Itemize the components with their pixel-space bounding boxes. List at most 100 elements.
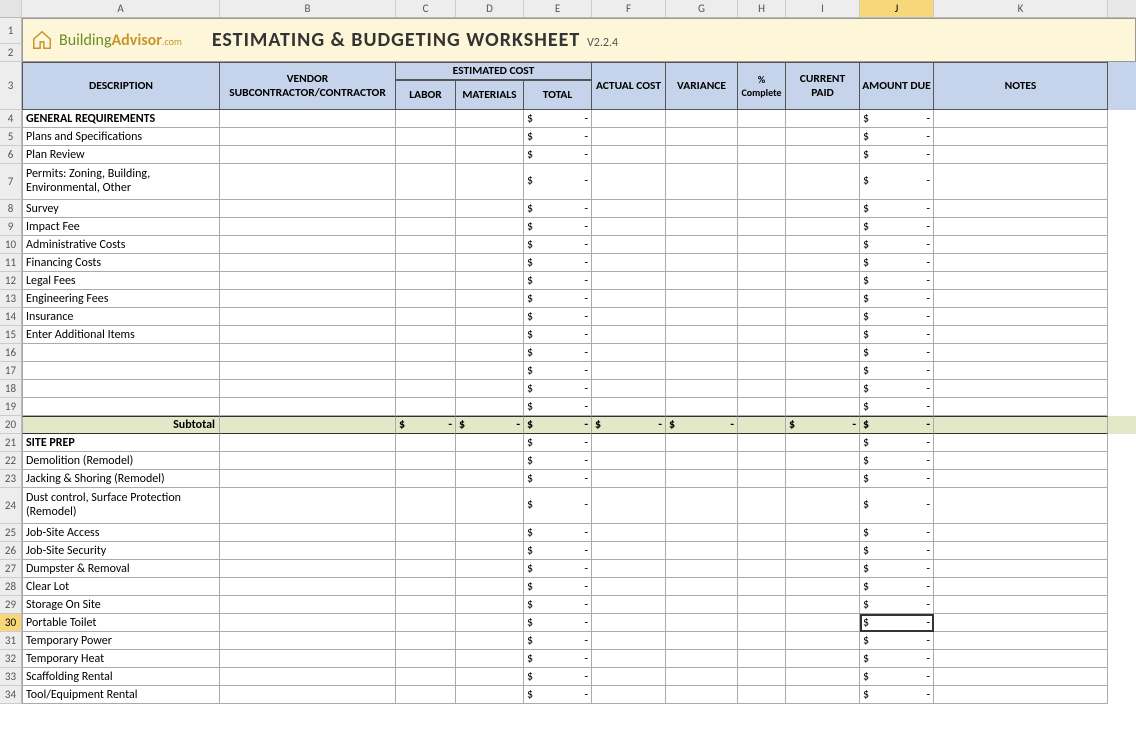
cell[interactable] xyxy=(396,614,456,632)
cell[interactable] xyxy=(220,632,396,650)
cell[interactable] xyxy=(934,362,1108,380)
cell[interactable] xyxy=(396,218,456,236)
cell[interactable] xyxy=(220,614,396,632)
description-cell[interactable]: Storage On Site xyxy=(22,596,220,614)
cell[interactable] xyxy=(934,236,1108,254)
cell[interactable] xyxy=(220,272,396,290)
cell[interactable] xyxy=(786,542,860,560)
cell[interactable] xyxy=(396,308,456,326)
cell[interactable] xyxy=(786,596,860,614)
cell[interactable] xyxy=(786,308,860,326)
row-header[interactable]: 17 xyxy=(0,362,22,380)
hdr-current-paid[interactable]: CURRENT PAID xyxy=(786,62,860,110)
row-header[interactable]: 32 xyxy=(0,650,22,668)
money-cell[interactable]: $- xyxy=(524,326,592,344)
description-cell[interactable]: Job-Site Access xyxy=(22,524,220,542)
cell[interactable] xyxy=(786,200,860,218)
cell[interactable] xyxy=(396,164,456,200)
cell[interactable] xyxy=(456,650,524,668)
cell[interactable] xyxy=(592,686,666,704)
cell[interactable] xyxy=(592,326,666,344)
cell[interactable] xyxy=(396,290,456,308)
money-cell[interactable]: $- xyxy=(396,416,456,434)
cell[interactable] xyxy=(738,164,786,200)
money-cell[interactable]: $- xyxy=(860,164,934,200)
row-header[interactable]: 11 xyxy=(0,254,22,272)
cell[interactable] xyxy=(934,308,1108,326)
cell[interactable] xyxy=(220,434,396,452)
cell[interactable] xyxy=(456,560,524,578)
cell[interactable] xyxy=(396,146,456,164)
money-cell[interactable]: $- xyxy=(860,470,934,488)
cell[interactable] xyxy=(396,542,456,560)
cell[interactable] xyxy=(396,560,456,578)
cell[interactable] xyxy=(592,470,666,488)
cell[interactable] xyxy=(456,632,524,650)
cell[interactable] xyxy=(220,344,396,362)
cell[interactable] xyxy=(592,542,666,560)
cell[interactable] xyxy=(738,272,786,290)
cell[interactable] xyxy=(666,578,738,596)
cell[interactable] xyxy=(738,110,786,128)
cell[interactable] xyxy=(934,470,1108,488)
money-cell[interactable]: $- xyxy=(524,416,592,434)
cell[interactable] xyxy=(934,434,1108,452)
money-cell[interactable]: $- xyxy=(860,488,934,524)
cell[interactable] xyxy=(738,344,786,362)
money-cell[interactable]: $- xyxy=(524,650,592,668)
row-header[interactable]: 20 xyxy=(0,416,22,434)
money-cell[interactable]: $- xyxy=(860,668,934,686)
row-header[interactable]: 1 xyxy=(0,18,22,44)
row-header[interactable]: 15 xyxy=(0,326,22,344)
cell[interactable] xyxy=(738,236,786,254)
hdr-notes[interactable]: NOTES xyxy=(934,62,1108,110)
cell[interactable] xyxy=(786,128,860,146)
cell[interactable] xyxy=(934,560,1108,578)
cell[interactable] xyxy=(666,110,738,128)
cell[interactable] xyxy=(396,596,456,614)
row-header[interactable]: 30 xyxy=(0,614,22,632)
cell[interactable] xyxy=(786,578,860,596)
description-cell[interactable]: Dust control, Surface Protection (Remode… xyxy=(22,488,220,524)
money-cell[interactable]: $- xyxy=(524,362,592,380)
description-cell[interactable]: Plans and Specifications xyxy=(22,128,220,146)
cell[interactable] xyxy=(738,578,786,596)
description-cell[interactable]: Portable Toilet xyxy=(22,614,220,632)
row-header[interactable]: 24 xyxy=(0,488,22,524)
row-header[interactable]: 33 xyxy=(0,668,22,686)
money-cell[interactable]: $- xyxy=(524,290,592,308)
cell[interactable] xyxy=(666,668,738,686)
cell[interactable] xyxy=(934,578,1108,596)
row-header[interactable]: 9 xyxy=(0,218,22,236)
row-header[interactable]: 21 xyxy=(0,434,22,452)
cell[interactable] xyxy=(456,542,524,560)
description-cell[interactable]: Demolition (Remodel) xyxy=(22,452,220,470)
money-cell[interactable]: $- xyxy=(524,560,592,578)
cell[interactable] xyxy=(666,380,738,398)
col-header-B[interactable]: B xyxy=(220,0,396,17)
cell[interactable] xyxy=(934,218,1108,236)
cell[interactable] xyxy=(592,560,666,578)
cell[interactable] xyxy=(592,254,666,272)
cell[interactable] xyxy=(666,542,738,560)
cell[interactable] xyxy=(396,344,456,362)
cell[interactable] xyxy=(738,128,786,146)
money-cell[interactable]: $- xyxy=(524,164,592,200)
description-cell[interactable]: Insurance xyxy=(22,308,220,326)
cell[interactable] xyxy=(592,200,666,218)
cell[interactable] xyxy=(220,524,396,542)
row-header[interactable]: 19 xyxy=(0,398,22,416)
description-cell[interactable]: SITE PREP xyxy=(22,434,220,452)
col-header-E[interactable]: E xyxy=(524,0,592,17)
col-header-J[interactable]: J xyxy=(860,0,934,17)
money-cell[interactable]: $- xyxy=(524,254,592,272)
row-header[interactable]: 12 xyxy=(0,272,22,290)
cell[interactable] xyxy=(220,488,396,524)
cell[interactable] xyxy=(592,164,666,200)
col-header-I[interactable]: I xyxy=(786,0,860,17)
description-cell[interactable]: Permits: Zoning, Building, Environmental… xyxy=(22,164,220,200)
cell[interactable] xyxy=(220,380,396,398)
money-cell[interactable]: $- xyxy=(860,632,934,650)
cell[interactable] xyxy=(456,452,524,470)
cell[interactable] xyxy=(396,398,456,416)
